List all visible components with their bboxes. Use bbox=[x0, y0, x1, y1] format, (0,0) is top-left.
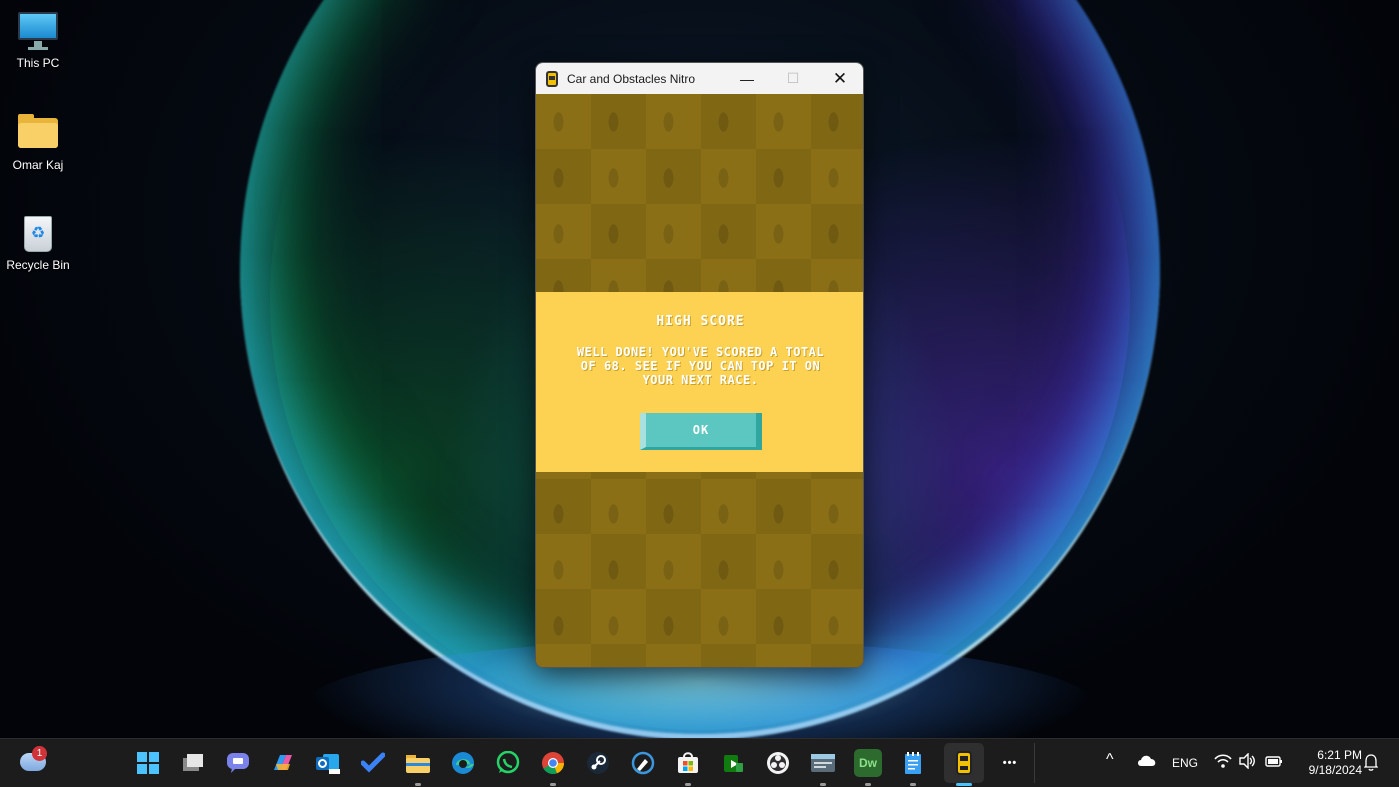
car-game-icon[interactable] bbox=[950, 749, 978, 777]
desktop-icon-this-pc[interactable]: This PC bbox=[0, 8, 76, 70]
outlook-icon[interactable] bbox=[314, 749, 342, 777]
todo-icon[interactable] bbox=[359, 749, 387, 777]
clock[interactable]: 6:21 PM 9/18/2024 bbox=[1292, 748, 1362, 778]
window-title: Car and Obstacles Nitro bbox=[567, 71, 696, 86]
high-score-dialog: HIGH SCORE WELL DONE! YOU'VE SCORED A TO… bbox=[536, 292, 863, 472]
running-indicator bbox=[685, 783, 691, 786]
paint-icon[interactable] bbox=[629, 749, 657, 777]
monitor-icon bbox=[16, 8, 60, 52]
desktop-icon-recycle-bin[interactable]: ♻ Recycle Bin bbox=[0, 210, 76, 272]
maximize-button[interactable]: ☐ bbox=[770, 63, 816, 94]
notepad-icon[interactable] bbox=[899, 749, 927, 777]
desktop-icon-label: Omar Kaj bbox=[12, 158, 64, 172]
desktop-icon-omar-kaj[interactable]: Omar Kaj bbox=[0, 110, 76, 172]
language-indicator[interactable]: ENG bbox=[1172, 756, 1198, 770]
running-indicator bbox=[550, 783, 556, 786]
chrome-icon[interactable] bbox=[539, 749, 567, 777]
desktop-icon-label: This PC bbox=[16, 56, 60, 70]
car-app-icon bbox=[546, 70, 558, 87]
copilot-icon[interactable] bbox=[269, 749, 297, 777]
recycle-bin-icon: ♻ bbox=[16, 210, 60, 254]
file-explorer-icon[interactable] bbox=[404, 749, 432, 777]
clock-date: 9/18/2024 bbox=[1308, 763, 1362, 777]
taskbar: 1 Dw ••• ^ ENG 6:21 PM 9/18/2024 bbox=[0, 738, 1399, 787]
clock-time: 6:21 PM bbox=[1317, 748, 1362, 762]
onedrive-icon[interactable] bbox=[1137, 753, 1157, 770]
volume-icon[interactable] bbox=[1239, 752, 1257, 772]
teams-chat-icon[interactable] bbox=[224, 749, 252, 777]
store-icon[interactable] bbox=[674, 749, 702, 777]
game-window: Car and Obstacles Nitro — ☐ ✕ HIGH SCORE… bbox=[535, 62, 864, 668]
task-view-icon[interactable] bbox=[179, 749, 207, 777]
battery-icon[interactable] bbox=[1264, 753, 1284, 772]
taskbar-separator bbox=[1034, 743, 1035, 783]
notification-badge: 1 bbox=[32, 746, 47, 761]
window-titlebar[interactable]: Car and Obstacles Nitro — ☐ ✕ bbox=[536, 63, 863, 94]
more-apps-button[interactable]: ••• bbox=[996, 749, 1024, 777]
close-button[interactable]: ✕ bbox=[817, 63, 863, 94]
whatsapp-icon[interactable] bbox=[494, 749, 522, 777]
game-icon[interactable] bbox=[719, 749, 747, 777]
dialog-message: WELL DONE! YOU'VE SCORED A TOTAL OF 68. … bbox=[576, 345, 825, 387]
terminal-icon[interactable] bbox=[809, 749, 837, 777]
running-indicator bbox=[415, 783, 421, 786]
wifi-icon[interactable] bbox=[1214, 753, 1232, 772]
game-canvas[interactable]: HIGH SCORE WELL DONE! YOU'VE SCORED A TO… bbox=[536, 94, 863, 667]
folder-icon bbox=[16, 110, 60, 154]
start-icon[interactable] bbox=[134, 749, 162, 777]
desktop-icon-label: Recycle Bin bbox=[6, 258, 70, 272]
ok-button[interactable]: OK bbox=[640, 413, 762, 450]
active-indicator bbox=[956, 783, 972, 786]
edge-icon[interactable] bbox=[449, 749, 477, 777]
steam-icon[interactable] bbox=[584, 749, 612, 777]
minimize-button[interactable]: — bbox=[724, 63, 770, 94]
running-indicator bbox=[820, 783, 826, 786]
show-hidden-icons-chevron[interactable]: ^ bbox=[1106, 751, 1114, 769]
dialog-title: HIGH SCORE bbox=[656, 314, 745, 329]
running-indicator bbox=[910, 783, 916, 786]
dreamweaver-icon[interactable]: Dw bbox=[854, 749, 882, 777]
running-indicator bbox=[865, 783, 871, 786]
obs-icon[interactable] bbox=[764, 749, 792, 777]
notification-bell-icon[interactable] bbox=[1363, 753, 1379, 774]
